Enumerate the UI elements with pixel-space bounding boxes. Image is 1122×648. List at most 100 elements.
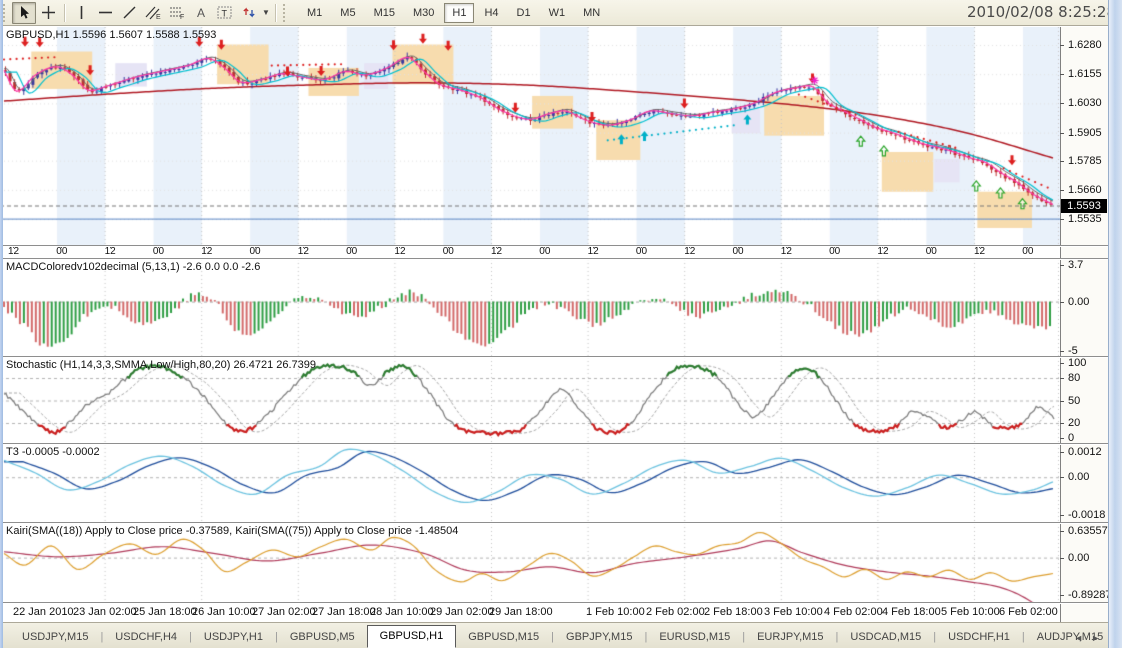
timeframe-button-m15[interactable]: M15 bbox=[366, 3, 403, 23]
price-chart-canvas[interactable] bbox=[0, 27, 1060, 245]
price-chart-panel[interactable] bbox=[0, 27, 1060, 245]
timeframe-button-mn[interactable]: MN bbox=[575, 3, 608, 23]
chart-tab-usdjpy-m15[interactable]: USDJPY,M15 bbox=[10, 627, 100, 648]
scale-tick bbox=[1060, 438, 1064, 439]
timeframe-button-m5[interactable]: M5 bbox=[332, 3, 363, 23]
current-price-box: 1.5593 bbox=[1061, 198, 1107, 213]
scale-tick bbox=[1060, 378, 1064, 379]
cursor-tool-button[interactable] bbox=[12, 1, 36, 24]
t3-panel[interactable] bbox=[0, 444, 1060, 523]
kairi-canvas[interactable] bbox=[0, 523, 1060, 603]
chart-tab-usdjpy-h1[interactable]: USDJPY,H1 bbox=[192, 627, 275, 648]
stochastic-scale-label: 100 bbox=[1068, 357, 1087, 369]
panel-separator bbox=[0, 522, 1108, 523]
chart-tab-eurjpy-m15[interactable]: EURJPY,M15 bbox=[745, 627, 835, 648]
trendline-tool-button[interactable] bbox=[117, 2, 141, 24]
scale-tick bbox=[1060, 189, 1064, 191]
chart-tabs: USDJPY,M15 | USDCHF,H4 | USDJPY,H1 | GBPUSD,M5… bbox=[10, 625, 1118, 648]
macd-panel[interactable] bbox=[0, 259, 1060, 357]
time-axis-label: 29 Jan 02:00 bbox=[430, 606, 494, 618]
time-axis-label: 3 Feb 10:00 bbox=[764, 606, 823, 618]
tab-scroll-arrows: ◄ ► bbox=[1070, 633, 1104, 643]
arrows-tool-button[interactable] bbox=[237, 2, 261, 24]
chart-tab-eurusd-m15[interactable]: EURUSD,M15 bbox=[647, 627, 742, 648]
horizontal-line-tool-button[interactable] bbox=[93, 2, 117, 24]
timeframe-button-h1[interactable]: H1 bbox=[444, 2, 475, 23]
chart-tab-gbpjpy-m15[interactable]: GBPJPY,M15 bbox=[554, 627, 644, 648]
stochastic-scale-label: 20 bbox=[1068, 417, 1081, 429]
stochastic-panel[interactable] bbox=[0, 357, 1060, 444]
timeframe-buttons: M1 M5 M15 M30 H1 H4 D1 W1 MN bbox=[298, 2, 609, 23]
time-axis-label: 25 Jan 18:00 bbox=[133, 606, 197, 618]
scale-tick bbox=[1060, 594, 1064, 596]
t3-scale-label: -0.0018 bbox=[1068, 509, 1106, 521]
scale-tick bbox=[1060, 265, 1064, 266]
price-scale-label: 1.5905 bbox=[1068, 126, 1102, 139]
svg-text:A: A bbox=[197, 6, 205, 20]
scale-tick bbox=[1060, 557, 1064, 559]
time-axis-label: 22 Jan 2010 bbox=[13, 606, 74, 618]
window-left-edge bbox=[0, 0, 3, 648]
time-axis-label: 4 Feb 02:00 bbox=[824, 606, 883, 618]
panel-separator bbox=[0, 356, 1108, 357]
kairi-scale-label: 0.63557 bbox=[1068, 525, 1108, 537]
time-axis-label: 26 Jan 10:00 bbox=[192, 606, 256, 618]
toolbar-separator bbox=[64, 3, 65, 22]
scale-tick bbox=[1060, 531, 1064, 532]
chart-tab-bar: USDJPY,M15 | USDCHF,H4 | USDJPY,H1 | GBPUSD,M5… bbox=[0, 622, 1122, 648]
timeframe-button-h4[interactable]: H4 bbox=[476, 3, 506, 23]
time-axis-label: 2 Feb 18:00 bbox=[704, 606, 763, 618]
vertical-line-tool-button[interactable] bbox=[69, 2, 93, 24]
crosshair-tool-button[interactable] bbox=[36, 2, 60, 24]
scale-tick bbox=[1060, 452, 1064, 453]
time-axis-label: 5 Feb 10:00 bbox=[941, 606, 1000, 618]
macd-canvas[interactable] bbox=[0, 259, 1060, 357]
scale-tick bbox=[1060, 103, 1064, 105]
macd-scale-label: 0.00 bbox=[1068, 295, 1090, 308]
kairi-panel[interactable] bbox=[0, 523, 1060, 603]
mt4-window: E F A T ▼ M1 M5 M15 M30 H1 H4 D1 W1 MN 2010/02/08 8:… bbox=[0, 0, 1122, 648]
text-tool-button[interactable]: A bbox=[189, 2, 213, 24]
time-axis-label: 28 Jan 10:00 bbox=[370, 606, 434, 618]
text-label-tool-button[interactable]: T bbox=[213, 2, 237, 24]
drawing-tools: E F A T ▼ bbox=[12, 1, 271, 24]
chart-tab-gbpusd-m15[interactable]: GBPUSD,M15 bbox=[456, 627, 551, 648]
fibonacci-retracement-tool-button[interactable]: F bbox=[165, 2, 189, 24]
arrows-dropdown-icon[interactable]: ▼ bbox=[261, 2, 271, 24]
toolbar-separator bbox=[275, 3, 276, 22]
window-right-edge bbox=[1108, 0, 1122, 648]
timeframe-button-m1[interactable]: M1 bbox=[299, 3, 330, 23]
t3-scale-label: 0.00 bbox=[1068, 471, 1090, 484]
tab-scroll-left-icon[interactable]: ◄ bbox=[1070, 633, 1087, 643]
t3-scale-label: 0.0012 bbox=[1068, 446, 1102, 458]
price-scale-label: 1.5785 bbox=[1068, 154, 1102, 167]
stochastic-canvas[interactable] bbox=[0, 357, 1060, 444]
stochastic-scale-label: 50 bbox=[1068, 394, 1081, 407]
time-axis-label: 2 Feb 02:00 bbox=[646, 606, 705, 618]
server-clock: 2010/02/08 8:25:28 bbox=[966, 3, 1116, 21]
scale-tick bbox=[1060, 363, 1064, 364]
equidistant-channel-tool-button[interactable]: E bbox=[141, 2, 165, 24]
timeframe-button-m30[interactable]: M30 bbox=[405, 3, 442, 23]
price-scale-label: 1.6155 bbox=[1068, 68, 1102, 81]
chart-tab-usdcad-m15[interactable]: USDCAD,M15 bbox=[838, 627, 933, 648]
timeframe-button-d1[interactable]: D1 bbox=[509, 3, 539, 23]
time-axis-label: 27 Jan 18:00 bbox=[312, 606, 376, 618]
t3-canvas[interactable] bbox=[0, 444, 1060, 523]
timeframe-button-w1[interactable]: W1 bbox=[541, 3, 574, 23]
tab-scroll-right-icon[interactable]: ► bbox=[1087, 633, 1104, 643]
chart-tab-gbpusd-h1[interactable]: GBPUSD,H1 bbox=[366, 625, 457, 648]
panel-separator bbox=[0, 258, 1108, 259]
toolbar: E F A T ▼ M1 M5 M15 M30 H1 H4 D1 W1 MN 2010/02/08 8:… bbox=[0, 0, 1122, 26]
scale-tick bbox=[1060, 515, 1064, 516]
macd-scale-label: 3.7 bbox=[1068, 259, 1084, 271]
kairi-scale-label: -0.89287 bbox=[1068, 588, 1112, 601]
panel-separator bbox=[0, 443, 1108, 444]
chart-window: GBPUSD,H1 1.5596 1.5607 1.5588 1.5593 12… bbox=[0, 27, 1122, 622]
panel-separator bbox=[0, 602, 1108, 603]
chart-tab-usdchf-h4[interactable]: USDCHF,H4 bbox=[103, 627, 189, 648]
chart-tab-gbpusd-m5[interactable]: GBPUSD,M5 bbox=[278, 627, 367, 648]
time-axis-label: 4 Feb 18:00 bbox=[882, 606, 941, 618]
stochastic-scale-label: 80 bbox=[1068, 372, 1081, 384]
chart-tab-usdchf-h1[interactable]: USDCHF,H1 bbox=[936, 627, 1022, 648]
